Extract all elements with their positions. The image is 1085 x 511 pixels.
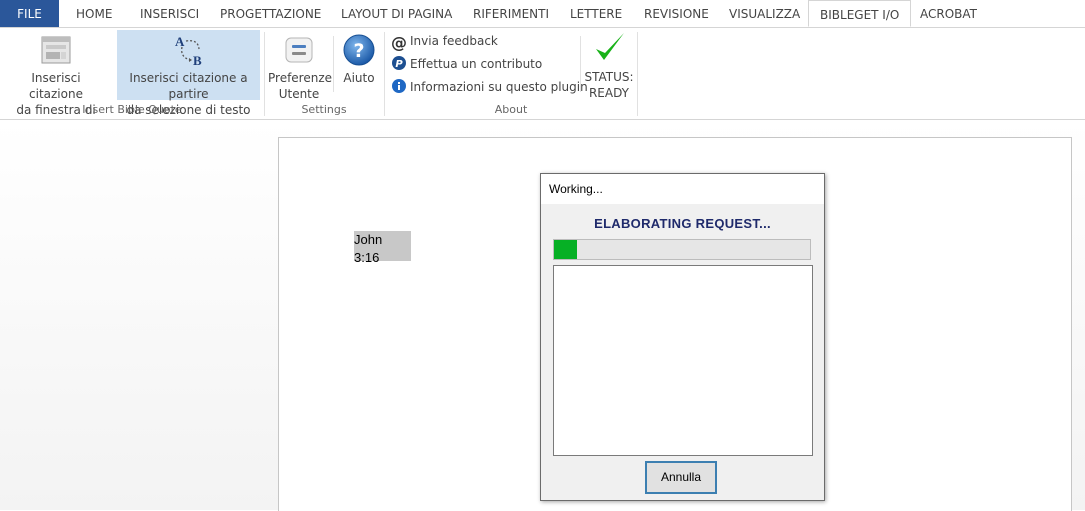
insert-from-input-label-1: Inserisci citazione [29, 71, 83, 101]
help-button[interactable]: ? Aiuto [337, 30, 381, 100]
group-label-settings: Settings [301, 103, 347, 116]
preferences-icon [285, 37, 313, 63]
selected-text[interactable]: John 3:16 [354, 231, 411, 265]
contribute-label: Effettua un contributo [410, 57, 543, 71]
checkmark-icon [596, 33, 624, 60]
tab-layout-di-pagina[interactable]: LAYOUT DI PAGINA [341, 0, 452, 27]
tab-progettazione[interactable]: PROGETTAZIONE [220, 0, 321, 27]
dialog-titlebar[interactable]: Working... [541, 174, 824, 204]
paypal-icon: P [392, 56, 406, 70]
status-indicator: STATUS: READY [583, 30, 635, 100]
svg-text:P: P [395, 59, 403, 70]
button-separator [333, 36, 334, 92]
info-icon [392, 79, 406, 93]
tab-acrobat[interactable]: ACROBAT [920, 0, 977, 27]
input-window-icon [41, 36, 71, 64]
group-separator [637, 32, 638, 116]
tab-riferimenti[interactable]: RIFERIMENTI [473, 0, 549, 27]
tab-revisione[interactable]: REVISIONE [644, 0, 709, 27]
working-dialog: Working... ELABORATING REQUEST... Annull… [540, 173, 825, 501]
insert-from-selection-label-1: Inserisci citazione a partire [129, 71, 248, 101]
text-selection-ab-icon: A B [175, 34, 202, 67]
ribbon-tab-bar: FILE HOME INSERISCI PROGETTAZIONE LAYOUT… [0, 0, 1085, 28]
cancel-button[interactable]: Annulla [645, 461, 717, 494]
tab-file[interactable]: FILE [0, 0, 59, 27]
status-label-1: STATUS: [584, 70, 634, 84]
plugin-info-label: Informazioni su questo plugin [410, 80, 588, 94]
tab-bibleget-io[interactable]: BIBLEGET I/O [808, 0, 912, 27]
svg-text:?: ? [353, 40, 364, 62]
help-question-icon: ? [343, 34, 375, 66]
at-sign-icon: @ [391, 33, 407, 52]
dialog-heading: ELABORATING REQUEST... [594, 216, 771, 231]
group-label-about: About [494, 103, 528, 116]
progress-bar [553, 239, 811, 260]
tab-visualizza[interactable]: VISUALIZZA [729, 0, 800, 27]
tab-home[interactable]: HOME [76, 0, 112, 27]
svg-text:A: A [175, 34, 185, 49]
tab-lettere[interactable]: LETTERE [570, 0, 622, 27]
send-feedback-button[interactable]: @ Invia feedback [391, 31, 498, 51]
ribbon-panel: Inserisci citazione da finestra di input… [0, 28, 1085, 133]
user-preferences-label-1: Preferenze [268, 71, 333, 85]
progress-fill [554, 240, 578, 259]
user-preferences-button[interactable]: Preferenze Utente [268, 30, 333, 101]
button-separator [580, 36, 581, 92]
help-label: Aiuto [343, 71, 375, 85]
tab-inserisci[interactable]: INSERISCI [140, 0, 199, 27]
log-output-area[interactable] [553, 265, 813, 456]
dialog-title: Working... [549, 182, 603, 196]
group-label-insert-bible-quote: Insert Bible Quote [82, 103, 182, 116]
insert-from-selection-button[interactable]: A B Inserisci citazione a partire da sel… [117, 30, 260, 117]
svg-text:B: B [193, 53, 202, 67]
user-preferences-label-2: Utente [278, 87, 320, 101]
plugin-info-button[interactable]: Informazioni su questo plugin [391, 77, 588, 97]
insert-from-input-button[interactable]: Inserisci citazione da finestra di input [3, 30, 109, 133]
status-label-2: READY [588, 86, 630, 100]
contribute-button[interactable]: P Effettua un contributo [391, 54, 542, 74]
send-feedback-label: Invia feedback [410, 34, 498, 48]
